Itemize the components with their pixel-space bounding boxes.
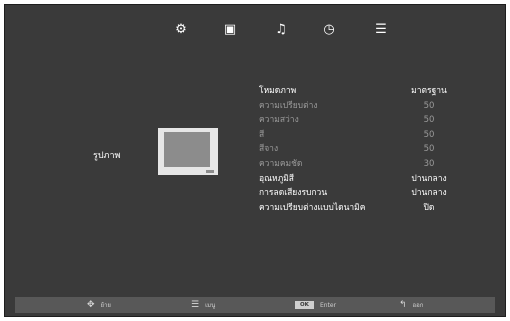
menu-value: 50 xyxy=(423,100,435,111)
menu-row-tint[interactable]: สีจาง 50 xyxy=(259,142,459,157)
gear-icon[interactable]: ⚙ xyxy=(170,19,192,39)
return-icon: ↰ xyxy=(399,300,407,310)
menu-value: ปิด xyxy=(423,202,435,213)
monitor-icon[interactable]: ▣ xyxy=(219,19,241,39)
hint-menu-label: เมนู xyxy=(205,302,216,309)
hint-move: ✥ ย้าย xyxy=(87,297,111,313)
dpad-icon: ✥ xyxy=(87,300,95,310)
hint-enter-label: Enter xyxy=(319,301,337,309)
menu-label: ความเปรียบต่าง xyxy=(259,100,318,111)
ok-button-icon: OK xyxy=(295,301,314,309)
hint-menu: ☰ เมนู xyxy=(191,297,215,313)
clock-glyph: ◷ xyxy=(323,21,335,37)
menu-label: สีจาง xyxy=(259,144,279,155)
preview-stand xyxy=(206,170,214,173)
gear-glyph: ⚙ xyxy=(175,21,187,37)
menu-value: มาตรฐาน xyxy=(411,86,447,96)
menu-label: อุณหภูมิสี xyxy=(259,173,294,184)
lock-glyph: ☰ xyxy=(375,21,387,37)
menu-label: โหมดภาพ xyxy=(259,86,297,96)
music-note-glyph: ♫ xyxy=(275,21,287,37)
preview-screen xyxy=(164,132,210,167)
menu-row-color[interactable]: สี 50 xyxy=(259,128,459,143)
menu-row-sharpness[interactable]: ความคมชัด 30 xyxy=(259,157,459,172)
category-tabs: ⚙ ▣ ♫ ◷ ☰ xyxy=(5,15,505,43)
lock-icon[interactable]: ☰ xyxy=(370,19,392,39)
menu-label: ความคมชัด xyxy=(259,158,303,169)
picture-preview xyxy=(158,128,218,175)
menu-value: 50 xyxy=(423,115,435,126)
menu-label: ความสว่าง xyxy=(259,115,299,126)
help-bar: ✥ ย้าย ☰ เมนู OK Enter ↰ ออก xyxy=(15,297,495,313)
menu-icon: ☰ xyxy=(191,300,200,310)
hint-enter: OK Enter xyxy=(295,297,336,313)
clock-icon[interactable]: ◷ xyxy=(318,19,340,39)
page-title: รูปภาพ xyxy=(93,151,121,161)
hint-exit: ↰ ออก xyxy=(399,297,423,313)
menu-row-brightness[interactable]: ความสว่าง 50 xyxy=(259,113,459,128)
hint-exit-label: ออก xyxy=(412,302,424,309)
picture-settings-menu: โหมดภาพ มาตรฐาน ความเปรียบต่าง 50 ความสว… xyxy=(259,84,459,215)
menu-value: ปานกลาง xyxy=(411,188,447,199)
menu-row-color-temperature[interactable]: อุณหภูมิสี ปานกลาง xyxy=(259,172,459,187)
menu-row-noise-reduction[interactable]: การลดเสียงรบกวน ปานกลาง xyxy=(259,186,459,201)
menu-value: ปานกลาง xyxy=(411,173,447,184)
menu-label: การลดเสียงรบกวน xyxy=(259,188,328,199)
menu-row-picture-mode[interactable]: โหมดภาพ มาตรฐาน xyxy=(259,84,459,99)
menu-row-dynamic-contrast[interactable]: ความเปรียบต่างแบบไดนามิค ปิด xyxy=(259,201,459,216)
menu-label: สี xyxy=(259,129,265,140)
monitor-glyph: ▣ xyxy=(223,21,237,37)
tv-osd-screen: ⚙ ▣ ♫ ◷ ☰ รูปภาพ โหมดภาพ มาตรฐาน ความเปร… xyxy=(4,4,506,317)
menu-value: 30 xyxy=(423,158,435,169)
menu-value: 50 xyxy=(423,144,435,155)
menu-value: 50 xyxy=(423,129,435,140)
music-note-icon[interactable]: ♫ xyxy=(270,19,292,39)
menu-row-contrast[interactable]: ความเปรียบต่าง 50 xyxy=(259,99,459,114)
menu-label: ความเปรียบต่างแบบไดนามิค xyxy=(259,202,366,213)
hint-move-label: ย้าย xyxy=(100,302,111,309)
